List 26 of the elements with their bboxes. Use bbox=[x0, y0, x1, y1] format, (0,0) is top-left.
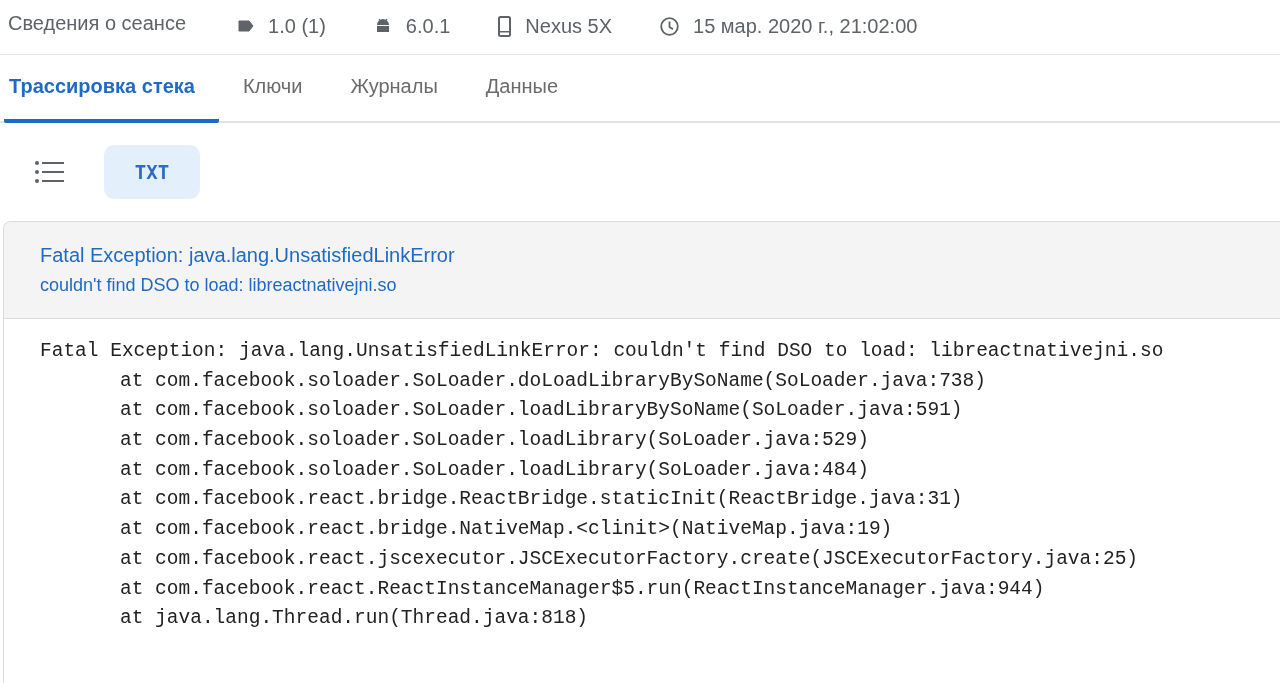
exception-title: Fatal Exception: java.lang.UnsatisfiedLinkError bbox=[40, 244, 456, 267]
stack-trace-line: Fatal Exception: java.lang.UnsatisfiedLinkError: couldn't find DSO to load: libreactnativejni.so bbox=[40, 339, 1165, 364]
tag-icon bbox=[238, 20, 255, 32]
session-info-text: 15 мар. 2020 г., 21:02:00 bbox=[693, 14, 918, 38]
stack-frame-line: at com.facebook.soloader.SoLoader.doLoadLibraryBySoName(SoLoader.java:738) bbox=[119, 368, 987, 394]
stack-frame-line: at com.facebook.react.bridge.NativeMap.<clinit>(NativeMap.java:19) bbox=[119, 517, 894, 543]
clock-icon bbox=[660, 16, 680, 36]
tab[interactable]: Ключи bbox=[237, 55, 327, 123]
text-view-button[interactable]: TXT bbox=[104, 145, 200, 199]
stack-frame-line: at java.lang.Thread.run(Thread.java:818) bbox=[119, 606, 590, 632]
stack-frame-line: at com.facebook.react.ReactInstanceManager$5.run(ReactInstanceManager.java:944) bbox=[119, 576, 1046, 602]
stack-frame-line: at com.facebook.soloader.SoLoader.loadLibrary(SoLoader.java:484) bbox=[119, 457, 870, 483]
session-info-text: Nexus 5X bbox=[525, 14, 613, 38]
session-info-text: 1.0 (1) bbox=[268, 14, 326, 38]
stack-frame-line: at com.facebook.soloader.SoLoader.loadLibraryBySoName(SoLoader.java:591) bbox=[119, 398, 964, 424]
exception-message: couldn't find DSO to load: libreactnativejni.so bbox=[40, 275, 398, 296]
stack-frame-line: at com.facebook.react.jscexecutor.JSCExecutorFactory.create(JSCExecutorFactory.java:25) bbox=[119, 546, 1140, 572]
tab[interactable]: Трассировка стека bbox=[4, 55, 219, 123]
tab[interactable]: Журналы bbox=[345, 55, 462, 123]
phone-icon bbox=[498, 15, 512, 37]
list-icon bbox=[35, 161, 65, 183]
stack-frame-line: at com.facebook.soloader.SoLoader.loadLibrary(SoLoader.java:529) bbox=[119, 428, 870, 454]
tab[interactable]: Данные bbox=[480, 55, 583, 123]
stack-frame-line: at com.facebook.react.bridge.ReactBridge.staticInit(ReactBridge.java:31) bbox=[119, 487, 964, 513]
session-info-text: 6.0.1 bbox=[405, 14, 451, 38]
session-title: Сведения о сеансе bbox=[8, 11, 187, 35]
